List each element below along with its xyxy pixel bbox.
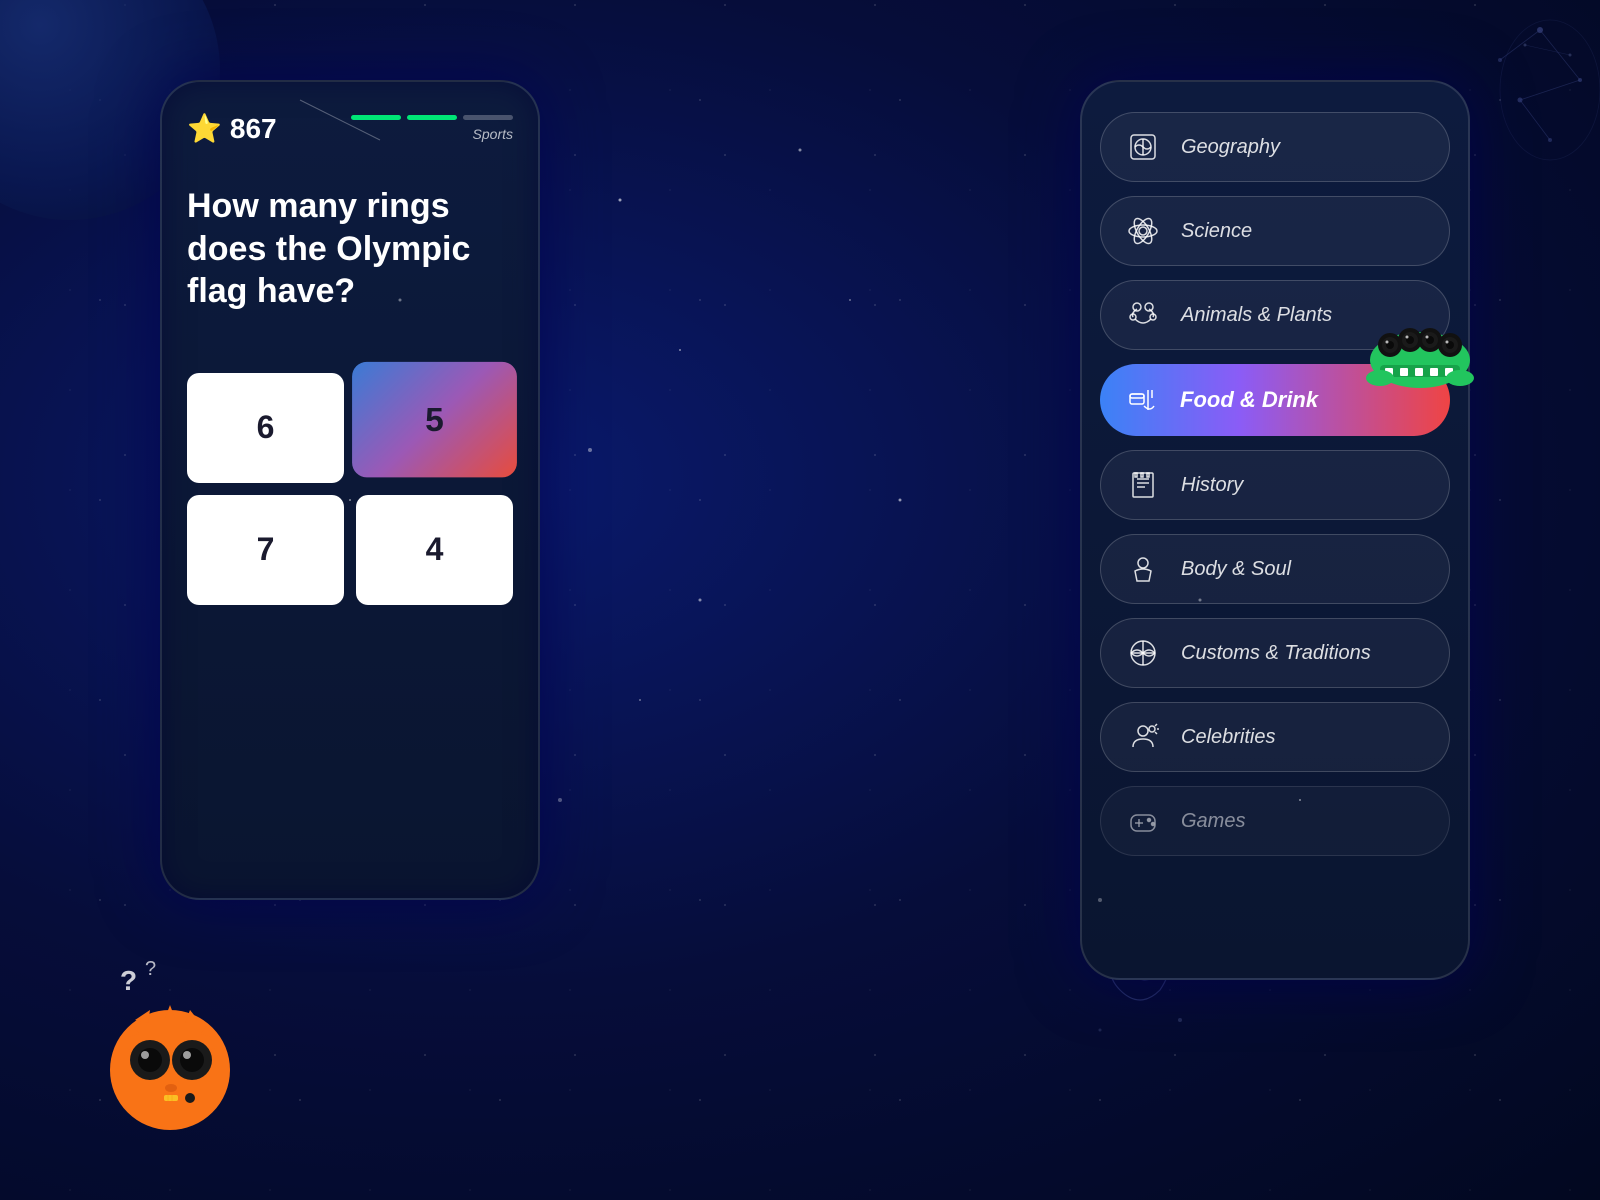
history-icon xyxy=(1123,465,1163,505)
progress-bar-3 xyxy=(463,115,513,120)
star-icon: ⭐ xyxy=(187,112,222,145)
category-geography[interactable]: Geography xyxy=(1100,112,1450,182)
answer-7[interactable]: 7 xyxy=(187,495,344,605)
svg-text:?: ? xyxy=(120,965,137,996)
progress-bar-1 xyxy=(351,115,401,120)
category-history[interactable]: History xyxy=(1100,450,1450,520)
geography-label: Geography xyxy=(1181,136,1280,159)
sports-label: Sports xyxy=(473,126,513,142)
answer-4[interactable]: 4 xyxy=(356,495,513,605)
question-text: How many rings does the Olympic flag hav… xyxy=(187,185,513,313)
geography-icon xyxy=(1123,127,1163,167)
progress-container: Sports xyxy=(351,115,513,142)
history-label: History xyxy=(1181,474,1243,497)
food-icon xyxy=(1122,380,1162,420)
customs-label: Customs & Traditions xyxy=(1181,642,1371,665)
customs-icon xyxy=(1123,633,1163,673)
monster-character xyxy=(1360,310,1480,390)
celebrities-label: Celebrities xyxy=(1181,726,1275,749)
category-celebrities[interactable]: Celebrities xyxy=(1100,702,1450,772)
progress-bar-2 xyxy=(407,115,457,120)
right-phone: Geography Science Animals & Plants Food … xyxy=(1080,80,1470,980)
science-label: Science xyxy=(1181,220,1252,243)
animals-label: Animals & Plants xyxy=(1181,304,1332,327)
animals-icon xyxy=(1123,295,1163,335)
score-value: 867 xyxy=(230,113,277,145)
category-body[interactable]: Body & Soul xyxy=(1100,534,1450,604)
answers-grid: 6 5 7 4 xyxy=(187,373,513,605)
svg-text:?: ? xyxy=(145,958,156,980)
orange-character: ? ? xyxy=(60,940,260,1140)
games-icon xyxy=(1123,801,1163,841)
left-phone: ⭐ 867 Sports How many rings does the Oly… xyxy=(160,80,540,900)
category-games[interactable]: Games xyxy=(1100,786,1450,856)
score-container: ⭐ 867 xyxy=(187,112,277,145)
phone-header: ⭐ 867 Sports xyxy=(187,112,513,145)
science-icon xyxy=(1123,211,1163,251)
body-label: Body & Soul xyxy=(1181,558,1291,581)
body-icon xyxy=(1123,549,1163,589)
answer-5[interactable]: 5 xyxy=(352,361,517,476)
progress-bars xyxy=(351,115,513,120)
food-label: Food & Drink xyxy=(1180,387,1318,413)
celebrities-icon xyxy=(1123,717,1163,757)
category-science[interactable]: Science xyxy=(1100,196,1450,266)
answer-6[interactable]: 6 xyxy=(187,373,344,483)
category-list: Geography Science Animals & Plants Food … xyxy=(1100,102,1450,856)
category-customs[interactable]: Customs & Traditions xyxy=(1100,618,1450,688)
games-label: Games xyxy=(1181,810,1245,833)
